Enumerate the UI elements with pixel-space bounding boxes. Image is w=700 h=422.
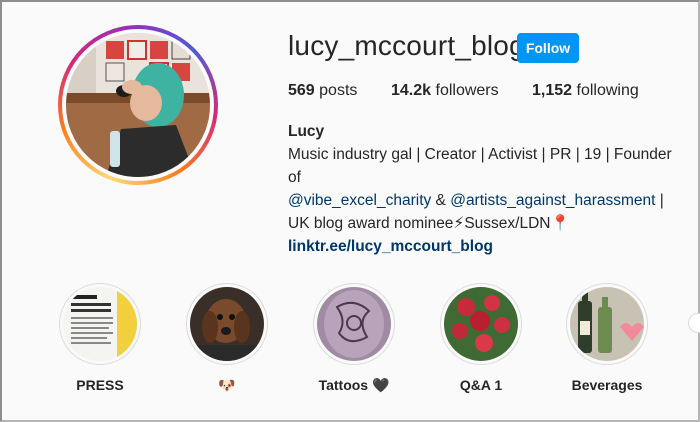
- highlight-label: Q&A 1: [459, 377, 503, 393]
- stat-following[interactable]: 1,152 following: [532, 82, 639, 100]
- followers-count: 14.2k: [391, 82, 432, 99]
- bio-name: Lucy: [288, 123, 325, 140]
- profile-username: lucy_mccourt_blog: [288, 30, 525, 61]
- bio-line-1: Music industry gal | Creator | Activist …: [288, 146, 672, 186]
- posts-count: 569: [288, 82, 315, 99]
- profile-avatar[interactable]: [58, 25, 218, 185]
- posts-label: posts: [319, 82, 358, 99]
- dog-photo-icon: [190, 287, 264, 361]
- tattoo-photo-icon: [317, 287, 391, 361]
- wine-bottles-photo-icon: [570, 287, 644, 361]
- story-highlights: PRESS 🐶 Tattoos 🖤 Q&A 1 Beverages: [0, 283, 700, 413]
- highlight-qa[interactable]: Q&A 1: [426, 283, 536, 393]
- mention-vibe-excel-charity[interactable]: @vibe_excel_charity: [288, 192, 431, 209]
- bio-line-2-tail: |: [655, 192, 664, 209]
- followers-label: followers: [435, 82, 499, 99]
- highlight-label: Tattoos 🖤: [318, 377, 390, 393]
- flowers-photo-icon: [444, 287, 518, 361]
- highlights-next-arrow[interactable]: [688, 313, 700, 333]
- bio-line-2: @vibe_excel_charity & @artists_against_h…: [288, 189, 688, 212]
- following-count: 1,152: [532, 82, 573, 99]
- highlight-label: Beverages: [571, 377, 643, 393]
- profile-bio: Lucy Music industry gal | Creator | Acti…: [288, 120, 688, 258]
- follow-button[interactable]: Follow: [517, 33, 579, 63]
- stat-followers[interactable]: 14.2k followers: [391, 82, 499, 100]
- press-clipping-icon: [63, 287, 137, 361]
- highlight-tattoos[interactable]: Tattoos 🖤: [299, 283, 409, 394]
- stat-posts: 569 posts: [288, 82, 357, 100]
- highlight-press[interactable]: PRESS: [45, 283, 155, 393]
- highlight-dog[interactable]: 🐶: [172, 283, 282, 394]
- bio-line-3: UK blog award nominee⚡Sussex/LDN📍: [288, 215, 570, 232]
- avatar-photo: [66, 33, 210, 177]
- bio-external-link[interactable]: linktr.ee/lucy_mccourt_blog: [288, 235, 688, 258]
- following-label: following: [576, 82, 639, 99]
- highlight-beverages[interactable]: Beverages: [552, 283, 662, 393]
- bio-ampersand: &: [431, 192, 451, 209]
- highlight-label: 🐶: [218, 377, 236, 393]
- mention-artists-against-harassment[interactable]: @artists_against_harassment: [450, 192, 655, 209]
- highlight-label: PRESS: [76, 377, 124, 393]
